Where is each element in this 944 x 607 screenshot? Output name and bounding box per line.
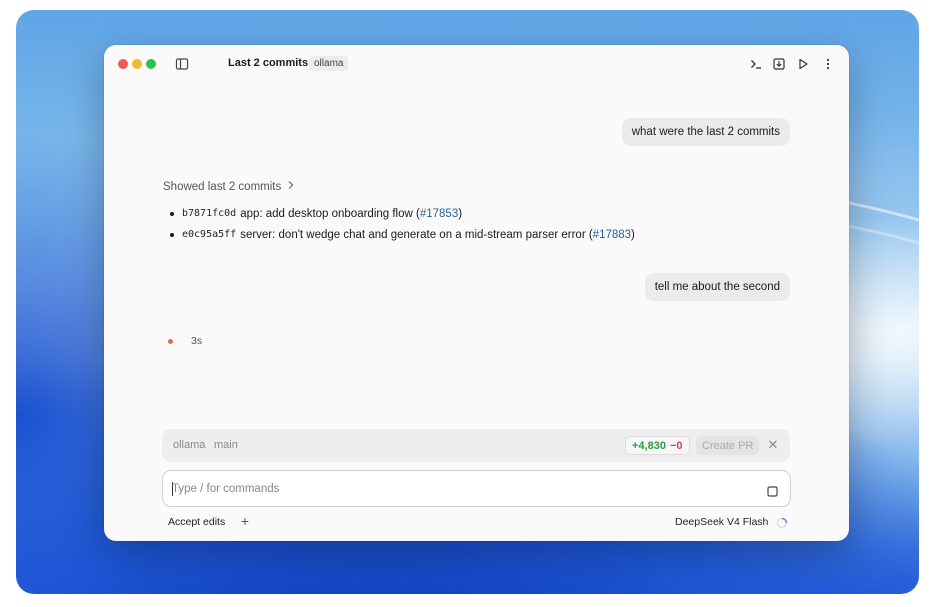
commit-close-paren: ) — [631, 228, 635, 241]
titlebar: Last 2 commits ollama — [104, 45, 849, 83]
app-window: Last 2 commits ollama what were the last… — [104, 45, 849, 541]
maximize-window-button[interactable] — [146, 59, 156, 69]
play-icon[interactable] — [796, 57, 810, 71]
chevron-right-icon — [287, 180, 295, 193]
repo-status-bar: ollama main +4,830 −0 Create PR ✕ — [162, 429, 790, 462]
close-icon[interactable]: ✕ — [765, 437, 781, 453]
diff-stat[interactable]: +4,830 −0 — [625, 436, 690, 455]
commit-hash: b7871fc0d — [182, 208, 237, 219]
sidebar-toggle-icon[interactable] — [175, 57, 189, 71]
terminal-icon[interactable] — [749, 57, 763, 71]
stop-icon[interactable] — [767, 484, 778, 497]
user-message: what were the last 2 commits — [621, 118, 790, 146]
bullet — [170, 232, 174, 237]
diff-deletions: −0 — [669, 439, 683, 452]
bullet — [170, 211, 174, 216]
commit-message: app: add desktop onboarding flow ( — [240, 207, 420, 220]
more-vertical-icon[interactable] — [821, 57, 835, 71]
pr-link[interactable]: #17883 — [593, 229, 631, 241]
model-selector[interactable]: DeepSeek V4 Flash — [675, 516, 768, 528]
elapsed-time: 3s — [191, 335, 203, 347]
plus-icon[interactable]: + — [238, 513, 252, 529]
tool-summary-label: Showed last 2 commits — [163, 180, 282, 193]
conversation-title: Last 2 commits — [228, 57, 309, 69]
branch-name[interactable]: main — [214, 439, 238, 451]
accept-edits-toggle[interactable]: Accept edits — [168, 516, 225, 528]
pr-link[interactable]: #17853 — [420, 208, 458, 220]
commit-hash: e0c95a5ff — [182, 229, 237, 240]
thinking-status-dot — [168, 339, 173, 344]
list-item: b7871fc0d app: add desktop onboarding fl… — [170, 203, 635, 224]
commit-list: b7871fc0d app: add desktop onboarding fl… — [170, 203, 635, 245]
tool-summary-toggle[interactable]: Showed last 2 commits — [163, 180, 295, 193]
list-item: e0c95a5ff server: don't wedge chat and g… — [170, 224, 635, 245]
project-badge: ollama — [309, 56, 349, 71]
minimize-window-button[interactable] — [132, 59, 142, 69]
prompt-input[interactable] — [172, 479, 732, 499]
commit-message: server: don't wedge chat and generate on… — [240, 228, 593, 241]
commit-close-paren: ) — [458, 207, 463, 220]
close-window-button[interactable] — [118, 59, 128, 69]
loading-spinner-icon — [776, 516, 788, 529]
user-message: tell me about the second — [644, 273, 790, 301]
repo-name[interactable]: ollama — [173, 439, 205, 451]
composer — [162, 470, 791, 507]
create-pr-button[interactable]: Create PR — [696, 436, 760, 455]
diff-additions: +4,830 — [632, 439, 666, 452]
download-icon[interactable] — [772, 57, 786, 71]
